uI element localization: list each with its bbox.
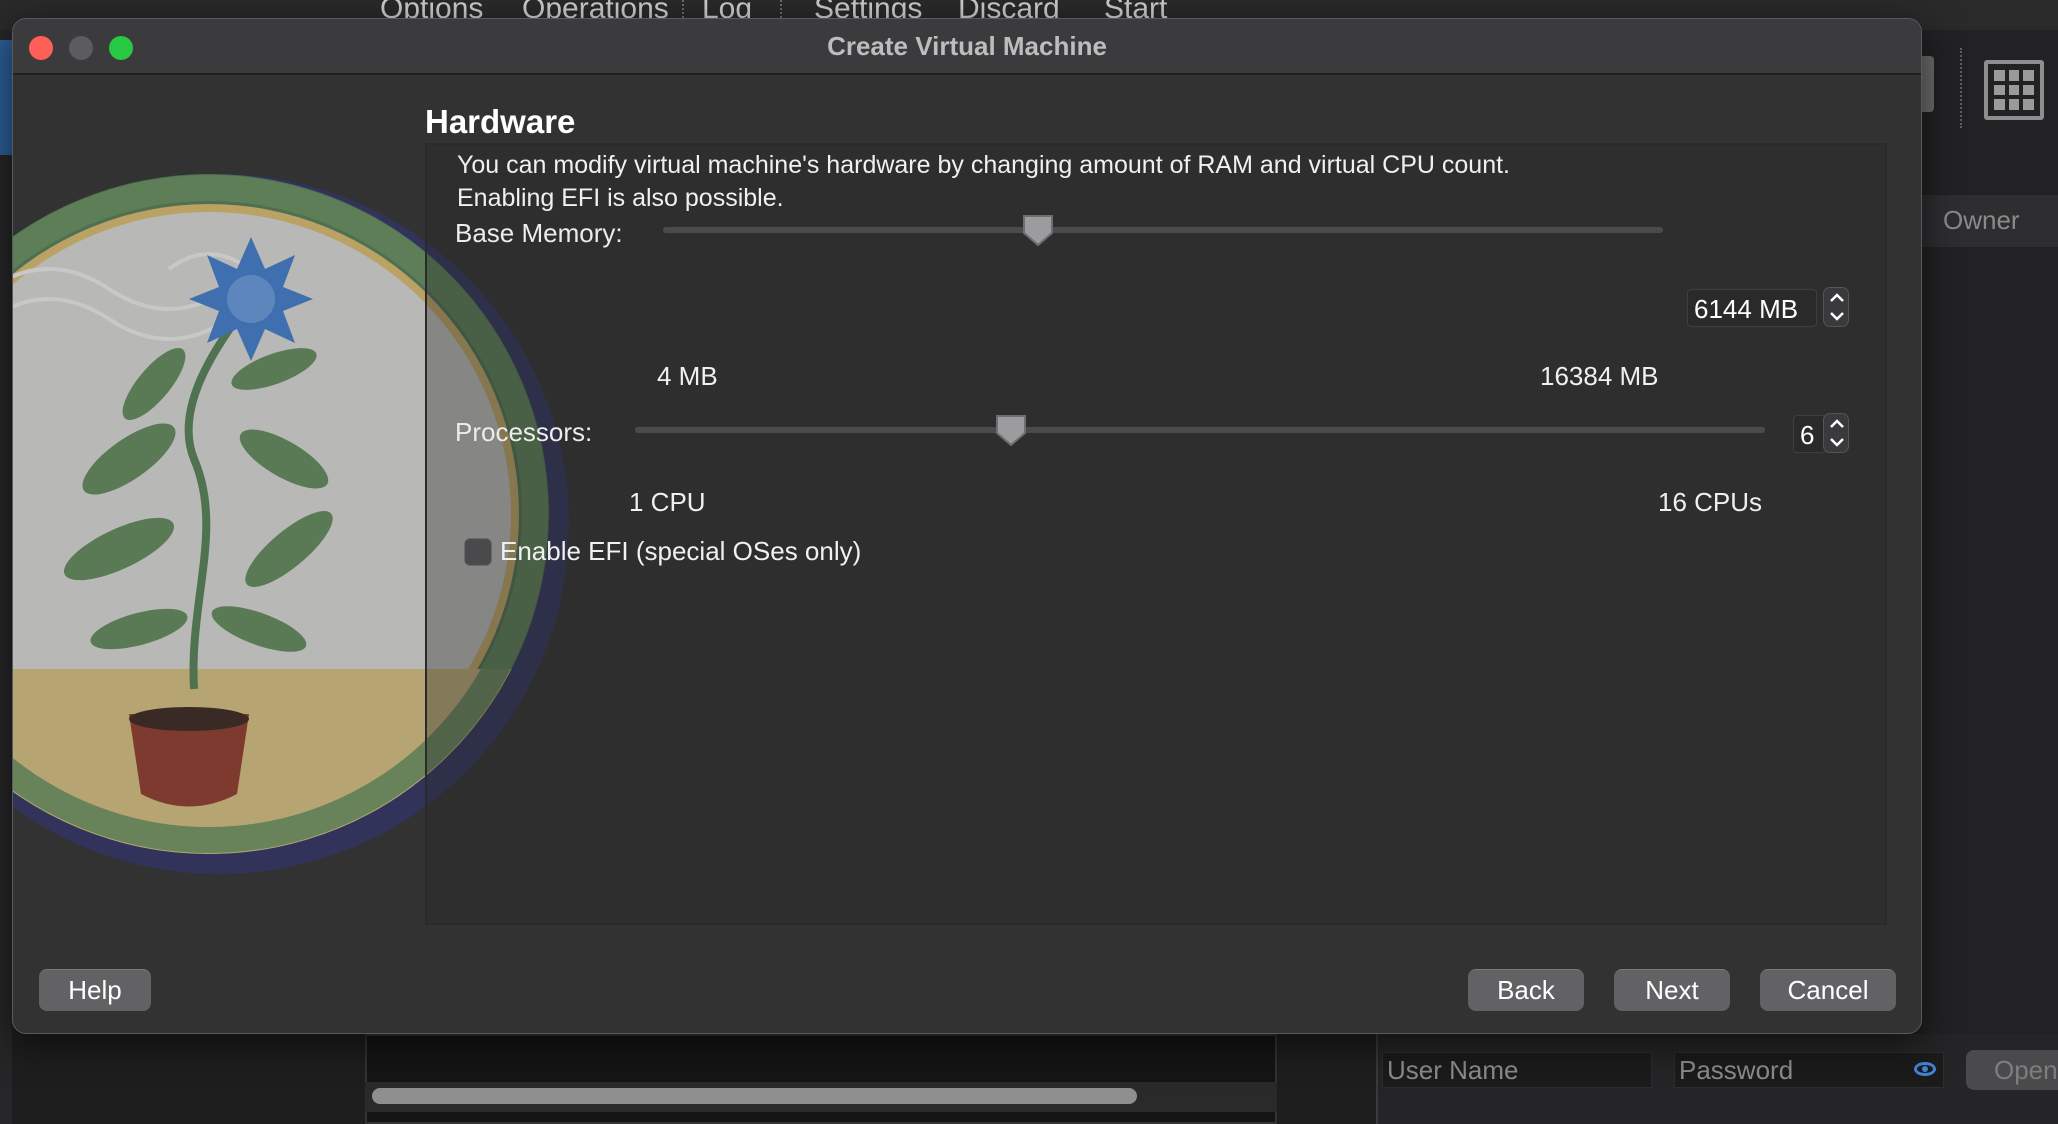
username-field[interactable]: User Name <box>1382 1052 1652 1088</box>
chevron-up-icon[interactable] <box>1827 415 1847 433</box>
base-memory-min-label: 4 MB <box>657 361 718 391</box>
enable-efi-label[interactable]: Enable EFI (special OSes only) <box>500 536 861 567</box>
processors-slider[interactable] <box>635 413 1765 447</box>
description-line-2: Enabling EFI is also possible. <box>457 184 784 212</box>
processors-value-box[interactable]: 6 <box>1793 415 1827 453</box>
horizontal-scrollbar-thumb[interactable] <box>372 1088 1137 1104</box>
toolbar-separator <box>1960 48 1962 128</box>
base-memory-value-box[interactable]: 6144 MB <box>1687 289 1817 327</box>
dialog-titlebar[interactable]: Create Virtual Machine <box>13 19 1921 75</box>
chevron-down-icon[interactable] <box>1827 307 1847 325</box>
processors-min-label: 1 CPU <box>629 487 706 517</box>
password-field[interactable]: Password <box>1674 1052 1944 1088</box>
background-sidebar <box>0 30 12 1124</box>
processors-slider-track[interactable] <box>635 427 1765 433</box>
next-button[interactable]: Next <box>1614 969 1730 1011</box>
chevron-down-icon[interactable] <box>1827 433 1847 451</box>
processors-label: Processors: <box>455 417 593 447</box>
description-line-1: You can modify virtual machine's hardwar… <box>457 151 1511 179</box>
base-memory-max-label: 16384 MB <box>1540 361 1659 391</box>
base-memory-value[interactable]: 6144 MB <box>1694 294 1798 325</box>
processors-max-label: 16 CPUs <box>1658 487 1763 517</box>
open-button[interactable]: Open <box>1966 1050 2058 1090</box>
processors-stepper[interactable] <box>1823 413 1849 453</box>
enable-efi-checkbox[interactable] <box>464 538 492 566</box>
cancel-button[interactable]: Cancel <box>1760 969 1896 1011</box>
base-memory-slider-thumb[interactable] <box>1021 213 1055 247</box>
base-memory-stepper[interactable] <box>1823 287 1849 327</box>
background-selection <box>0 40 12 155</box>
help-button[interactable]: Help <box>39 969 151 1011</box>
back-button[interactable]: Back <box>1468 969 1584 1011</box>
base-memory-label: Base Memory: <box>455 218 623 248</box>
chevron-up-icon[interactable] <box>1827 289 1847 307</box>
create-vm-dialog: Create Virtual Machine Hardware You can … <box>12 18 1922 1034</box>
processors-value[interactable]: 6 <box>1800 420 1814 451</box>
show-password-eye-icon[interactable] <box>1914 1062 1936 1076</box>
owner-header-label: Owner <box>1943 205 2020 235</box>
grid-view-icon[interactable] <box>1984 60 2044 120</box>
page-title: Hardware <box>425 103 576 140</box>
processors-slider-thumb[interactable] <box>994 413 1028 447</box>
description-text: You can modify virtual machine's hardwar… <box>457 149 1857 215</box>
base-memory-slider[interactable] <box>663 213 1663 247</box>
hardware-content-panel <box>425 143 1887 925</box>
base-memory-slider-track[interactable] <box>663 227 1663 233</box>
dialog-title: Create Virtual Machine <box>827 31 1107 61</box>
